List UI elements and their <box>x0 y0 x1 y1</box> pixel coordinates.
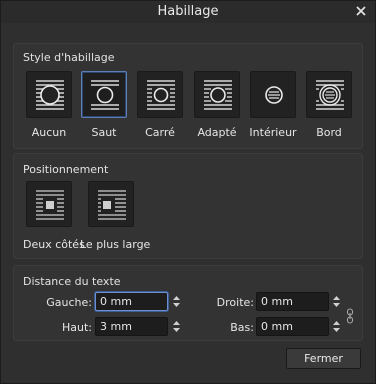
wrap-option-label: Carré <box>145 126 175 139</box>
text-distance-title: Distance du texte <box>23 275 121 288</box>
wrap-option-carre[interactable] <box>137 71 183 118</box>
bottom-label: Bas: <box>230 321 254 334</box>
wrap-square-icon <box>147 80 175 110</box>
wrap-border-icon <box>316 80 344 110</box>
wrap-inside-icon <box>265 86 283 104</box>
bottom-distance-stepper[interactable] <box>332 317 341 336</box>
left-distance-stepper[interactable] <box>172 292 181 311</box>
wrap-option-label: Saut <box>91 126 117 139</box>
position-title: Positionnement <box>23 163 109 176</box>
top-distance-input[interactable] <box>95 317 168 336</box>
close-icon[interactable] <box>353 3 369 19</box>
position-option-label: Deux côtés <box>23 238 85 251</box>
wrap-option-aucun[interactable] <box>26 71 72 118</box>
top-distance-stepper[interactable] <box>172 317 181 336</box>
link-icon[interactable] <box>346 308 354 324</box>
wrap-option-saut[interactable] <box>81 71 127 118</box>
wrap-style-section: Style d'habillage Aucun Saut Carré Adapt… <box>13 43 363 149</box>
position-option-both-sides[interactable] <box>26 181 72 227</box>
left-distance-input[interactable] <box>95 292 168 311</box>
wrap-style-title: Style d'habillage <box>23 51 115 64</box>
close-button[interactable]: Fermer <box>286 348 361 369</box>
wrap-option-label: Adapté <box>197 126 237 139</box>
both-sides-icon <box>36 190 64 220</box>
position-option-label: Le plus large <box>80 238 151 251</box>
right-label: Droite: <box>216 296 254 309</box>
wrap-option-bord[interactable] <box>306 71 352 118</box>
text-distance-section: Distance du texte Gauche: Droite: Haut: … <box>13 265 363 341</box>
position-option-largest[interactable] <box>88 181 134 227</box>
dialog-title: Habillage <box>157 4 219 19</box>
right-distance-stepper[interactable] <box>332 292 341 311</box>
position-section: Positionnement Deux côtés Le plus large <box>13 153 363 259</box>
title-bar[interactable]: Habillage <box>1 1 375 23</box>
right-distance-input[interactable] <box>256 292 329 311</box>
wrap-dialog: Habillage Style d'habillage Aucun Saut C… <box>0 0 376 384</box>
bottom-distance-input[interactable] <box>256 317 329 336</box>
wrap-option-label: Intérieur <box>249 126 297 139</box>
wrap-jump-icon <box>91 80 119 110</box>
wrap-option-label: Aucun <box>31 126 67 139</box>
wrap-none-icon <box>36 80 64 110</box>
largest-side-icon <box>98 190 126 220</box>
top-label: Haut: <box>61 321 92 334</box>
left-label: Gauche: <box>46 296 92 309</box>
wrap-option-label: Bord <box>316 126 342 139</box>
wrap-option-interieur[interactable] <box>250 71 296 118</box>
wrap-option-adapte[interactable] <box>194 71 240 118</box>
wrap-tight-icon <box>204 80 232 110</box>
